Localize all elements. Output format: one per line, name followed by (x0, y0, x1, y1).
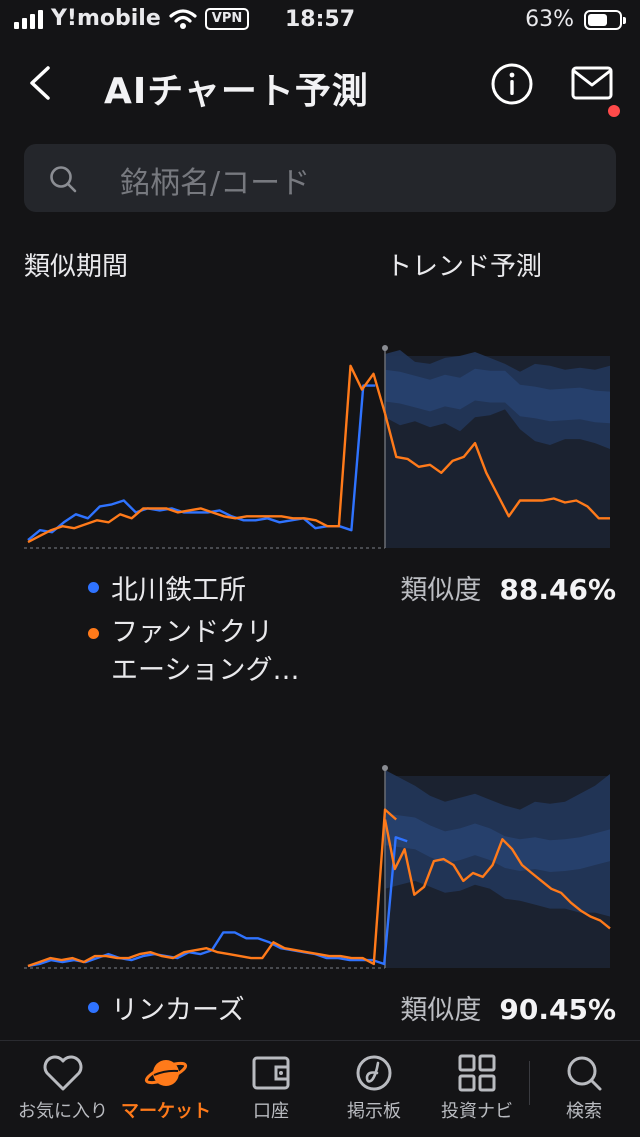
tab-divider (529, 1061, 530, 1105)
page-title: AIチャート予測 (104, 71, 369, 112)
search-input[interactable]: 銘柄名/コード (24, 144, 616, 212)
compared-name-line: エーショング… (111, 655, 300, 686)
tab-search[interactable]: 検索 (531, 1041, 637, 1137)
blue-series-dot (88, 582, 99, 593)
tab-label: お気に入り (18, 1101, 108, 1122)
compared-name: ファンドクリ エーショング… (111, 614, 299, 690)
similar-period-header: 類似期間 (24, 252, 129, 282)
status-right: 63% (525, 7, 626, 32)
blue-series-dot (88, 1002, 99, 1013)
grid-icon (458, 1054, 496, 1092)
result-chart-2[interactable] (24, 760, 616, 975)
legend-compared-1: ファンドクリ エーショング… (88, 614, 299, 690)
battery-icon (584, 9, 626, 30)
legend-stock-1: 北川鉄工所 (88, 568, 246, 607)
similarity-value: 88.46% (499, 573, 616, 606)
status-bar: Y!mobile VPN 18:57 63% (0, 0, 640, 42)
similarity-value: 90.45% (499, 993, 616, 1026)
tab-label: マーケット (121, 1101, 211, 1122)
notification-dot (608, 105, 620, 117)
blue-series-line (27, 836, 408, 968)
similarity-1: 類似度 88.46% (400, 568, 616, 607)
similarity-label: 類似度 (400, 575, 482, 606)
info-icon[interactable] (490, 62, 534, 106)
tab-market[interactable]: マーケット (113, 1041, 219, 1137)
battery-percent: 63% (525, 7, 574, 32)
similarity-label: 類似度 (400, 995, 482, 1026)
stock-name: リンカーズ (111, 995, 245, 1026)
tab-board[interactable]: 掲示板 (321, 1041, 427, 1137)
stock-name: 北川鉄工所 (111, 575, 246, 606)
search-icon (50, 166, 77, 193)
split-marker (382, 345, 388, 351)
back-icon[interactable] (22, 60, 62, 106)
search-placeholder: 銘柄名/コード (120, 166, 311, 201)
tab-label: 検索 (566, 1101, 602, 1122)
tab-label: 口座 (253, 1101, 289, 1122)
planet-icon (144, 1060, 188, 1086)
board-icon (356, 1055, 392, 1091)
tab-bar: お気に入り マーケット 口座 掲示板 投資ナビ 検索 (0, 1040, 640, 1137)
tab-invest-navi[interactable]: 投資ナビ (424, 1041, 530, 1137)
search-icon (567, 1056, 602, 1091)
split-marker (382, 765, 388, 771)
similarity-2: 類似度 90.45% (400, 988, 616, 1027)
orange-series-line (27, 808, 397, 968)
legend-stock-2: リンカーズ (88, 988, 245, 1027)
tab-account[interactable]: 口座 (218, 1041, 324, 1137)
compared-name-line: ファンドクリ (111, 617, 273, 648)
tab-label: 投資ナビ (441, 1101, 513, 1122)
result-chart-1[interactable] (24, 340, 616, 555)
wallet-icon (252, 1056, 290, 1090)
tab-favorites[interactable]: お気に入り (10, 1041, 116, 1137)
nav-bar: AIチャート予測 (0, 50, 640, 120)
mail-icon[interactable] (570, 64, 616, 104)
tab-label: 掲示板 (347, 1101, 401, 1122)
orange-series-dot (88, 628, 99, 639)
trend-forecast-header: トレンド予測 (386, 252, 543, 282)
heart-icon (43, 1055, 83, 1091)
blue-series-line (27, 384, 376, 542)
